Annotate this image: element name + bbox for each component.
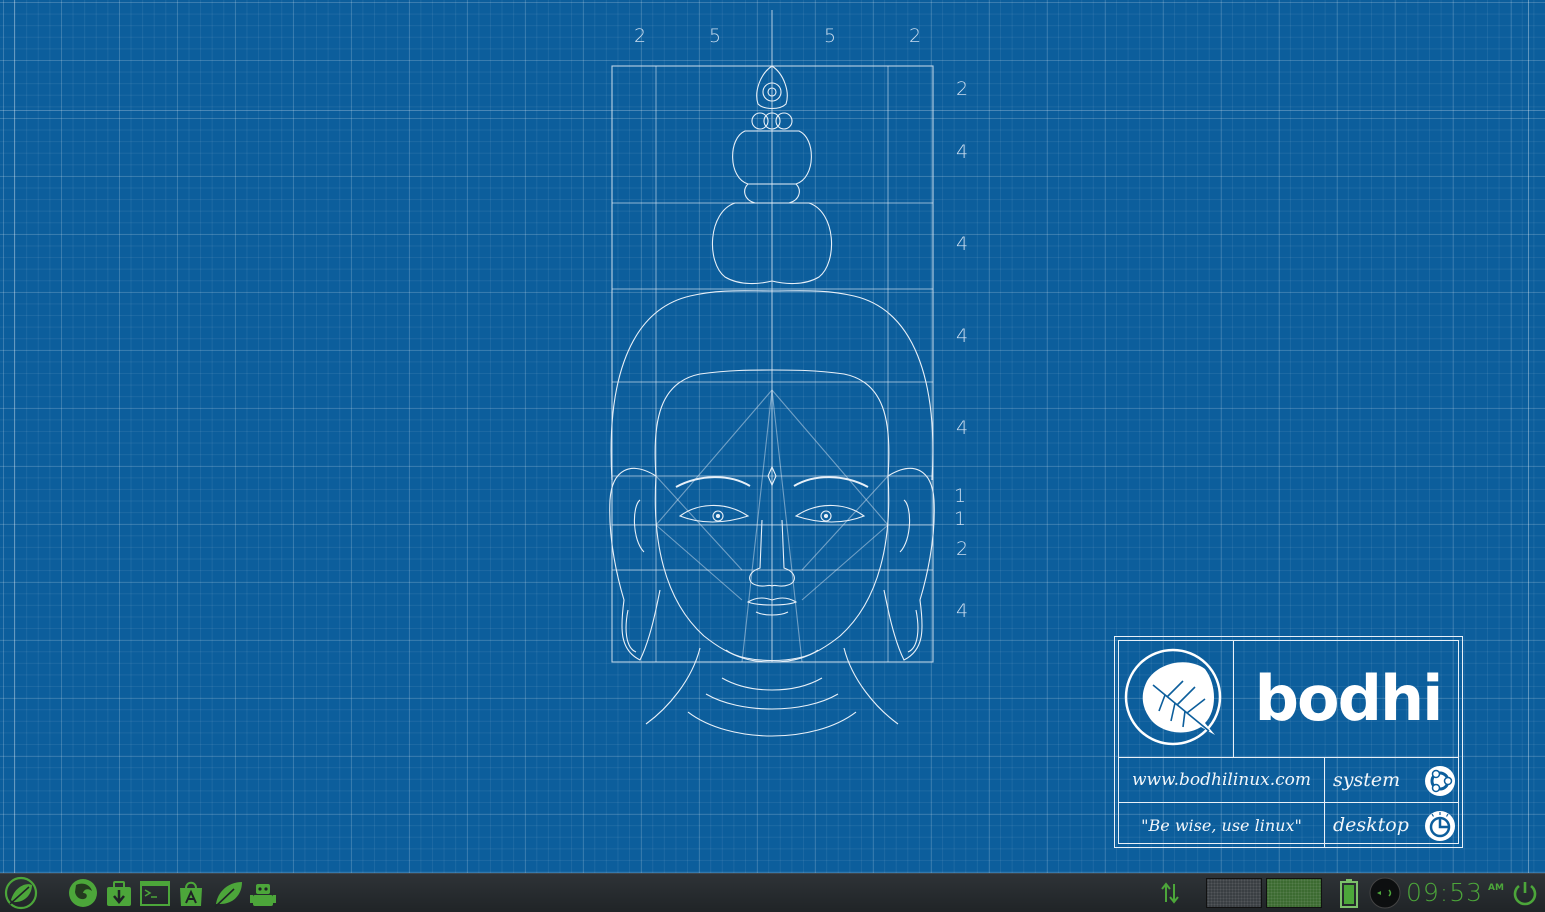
power-button[interactable] (1510, 876, 1540, 910)
bodhi-leaf-emblem (1119, 641, 1234, 757)
start-menu-icon (4, 876, 38, 910)
dimension-label: 1 (954, 508, 966, 530)
dimension-label: 2 (909, 25, 921, 47)
terminal-icon (140, 881, 170, 906)
dimension-label: 1 (954, 485, 966, 507)
start-menu-button[interactable] (3, 876, 39, 910)
enlightenment-icon (1425, 811, 1455, 841)
terminal-launcher[interactable] (139, 876, 171, 910)
desktop-wallpaper: 2 5 5 2 2 4 4 4 4 1 1 2 4 bodhi www.bodh… (0, 0, 1545, 873)
system-label: system (1333, 769, 1401, 791)
robot-icon (250, 884, 276, 906)
package-install-icon (107, 881, 131, 906)
dimension-label: 4 (956, 325, 968, 347)
firefox-launcher[interactable] (66, 876, 100, 910)
firefox-icon (69, 879, 97, 907)
ubuntu-icon (1425, 766, 1455, 796)
workspace-2[interactable] (1266, 878, 1322, 908)
desktop-label: desktop (1333, 814, 1409, 836)
dimension-label: 4 (956, 417, 968, 439)
power-icon (1513, 882, 1537, 906)
dimension-label: 2 (634, 25, 646, 47)
website-url: www.bodhilinux.com (1119, 758, 1325, 803)
leaf-icon (214, 882, 242, 908)
leaf-launcher[interactable] (212, 876, 244, 910)
speaker-knob-icon (1369, 877, 1401, 909)
clock-time[interactable]: 09:53 (1406, 877, 1483, 909)
blueprint-frame-right (1528, 0, 1529, 873)
dimension-label: 2 (956, 538, 968, 560)
battery-icon (1340, 879, 1358, 908)
dimension-label: 5 (824, 25, 836, 47)
logo-row-slogan: "Be wise, use linux" desktop (1119, 802, 1458, 848)
package-installer-launcher[interactable] (104, 876, 134, 910)
dimension-label: 2 (956, 78, 968, 100)
network-transfer-icon (1161, 882, 1179, 904)
bodhi-wordmark: bodhi (1254, 662, 1444, 735)
network-indicator[interactable] (1158, 876, 1182, 910)
blueprint-frame-left (14, 0, 15, 873)
dimension-label: 4 (956, 600, 968, 622)
volume-control[interactable] (1369, 876, 1402, 910)
logo-row-url: www.bodhilinux.com system (1119, 757, 1458, 803)
clock-ampm: AM (1488, 883, 1504, 893)
workspace-1[interactable] (1206, 878, 1262, 908)
dimension-label: 5 (709, 25, 721, 47)
app-center-launcher[interactable] (176, 876, 206, 910)
robot-launcher[interactable] (248, 876, 278, 910)
app-store-icon (180, 881, 202, 906)
slogan: "Be wise, use linux" (1119, 803, 1325, 848)
side-dimension-labels: 2 4 4 4 4 1 1 2 4 (954, 78, 968, 622)
battery-indicator[interactable] (1336, 876, 1362, 910)
bodhi-logo-block: bodhi www.bodhilinux.com system "Be wise… (1114, 636, 1463, 848)
taskbar: 09:53 AM (0, 873, 1545, 912)
dimension-label: 4 (956, 141, 968, 163)
dimension-label: 4 (956, 233, 968, 255)
buddha-head-drawing: 2 5 5 2 (609, 10, 935, 737)
